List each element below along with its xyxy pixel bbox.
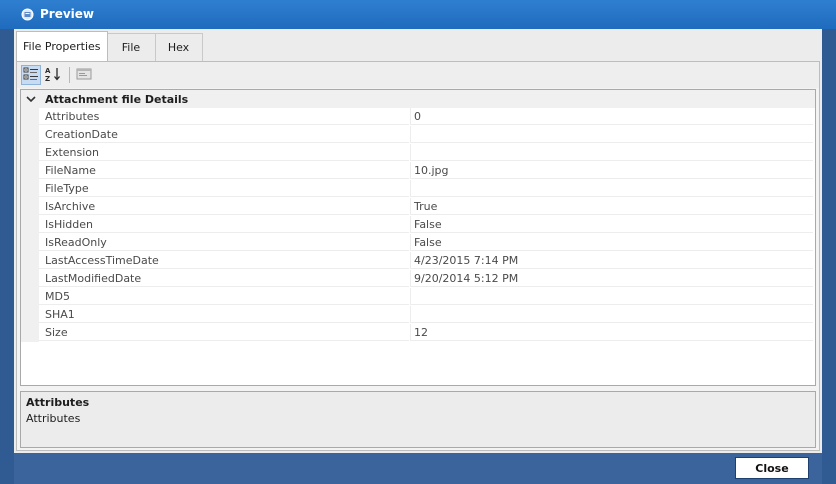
tab-file[interactable]: File	[106, 33, 156, 61]
property-description-pane: Attributes Attributes	[20, 391, 816, 448]
row-gutter	[21, 306, 39, 324]
property-row-md5[interactable]: MD5	[21, 288, 815, 306]
category-label: Attachment file Details	[45, 93, 189, 106]
property-rows: Attributes 0 CreationDate Extension File…	[21, 108, 815, 342]
row-gutter	[21, 126, 39, 144]
property-value[interactable]: 0	[410, 108, 813, 125]
property-row-lastmodifieddate[interactable]: LastModifiedDate 9/20/2014 5:12 PM	[21, 270, 815, 288]
property-name: SHA1	[39, 306, 409, 323]
property-value[interactable]: False	[410, 234, 813, 251]
property-name: FileType	[39, 180, 409, 197]
row-gutter	[21, 216, 39, 234]
property-row-isreadonly[interactable]: IsReadOnly False	[21, 234, 815, 252]
property-row-attributes[interactable]: Attributes 0	[21, 108, 815, 126]
property-name: MD5	[39, 288, 409, 305]
property-row-sha1[interactable]: SHA1	[21, 306, 815, 324]
preview-window: Preview File Properties File Hex A Z Att…	[0, 0, 836, 484]
close-button[interactable]: Close	[735, 457, 809, 479]
row-gutter	[21, 198, 39, 216]
property-row-extension[interactable]: Extension	[21, 144, 815, 162]
property-value[interactable]	[410, 288, 813, 305]
property-name: Size	[39, 324, 409, 341]
property-name: Extension	[39, 144, 409, 161]
property-row-lastaccesstimedate[interactable]: LastAccessTimeDate 4/23/2015 7:14 PM	[21, 252, 815, 270]
property-name: CreationDate	[39, 126, 409, 143]
content-area: File Properties File Hex A Z Attachment …	[14, 29, 822, 453]
category-row[interactable]: Attachment file Details	[21, 90, 815, 108]
property-name: LastModifiedDate	[39, 270, 409, 287]
file-properties-panel: A Z Attachment file Details Attributes 0…	[16, 61, 820, 451]
description-text: Attributes	[26, 412, 81, 425]
property-name: IsArchive	[39, 198, 409, 215]
row-gutter	[21, 252, 39, 270]
tab-label: File	[121, 41, 141, 54]
property-value[interactable]: 10.jpg	[410, 162, 813, 179]
property-value[interactable]: 12	[410, 324, 813, 341]
row-gutter	[21, 144, 39, 162]
tab-label: File Properties	[23, 40, 101, 53]
property-name: IsReadOnly	[39, 234, 409, 251]
title-bar: Preview	[0, 0, 836, 29]
tab-hex[interactable]: Hex	[154, 33, 203, 61]
row-gutter	[21, 108, 39, 126]
property-value[interactable]: 9/20/2014 5:12 PM	[410, 270, 813, 287]
sort-alphabetical-icon: A Z	[45, 66, 61, 85]
categorized-button[interactable]	[21, 65, 41, 85]
property-value[interactable]	[410, 180, 813, 197]
sort-alphabetical-button[interactable]: A Z	[43, 65, 63, 85]
property-name: FileName	[39, 162, 409, 179]
property-name: LastAccessTimeDate	[39, 252, 409, 269]
property-row-filetype[interactable]: FileType	[21, 180, 815, 198]
property-value[interactable]: True	[410, 198, 813, 215]
row-gutter	[21, 324, 39, 342]
preview-app-icon	[21, 8, 34, 21]
property-row-creationdate[interactable]: CreationDate	[21, 126, 815, 144]
property-value[interactable]	[410, 126, 813, 143]
property-value[interactable]	[410, 144, 813, 161]
dialog-footer: Close	[14, 453, 822, 484]
property-row-ishidden[interactable]: IsHidden False	[21, 216, 815, 234]
chevron-down-icon[interactable]	[25, 93, 37, 105]
property-name: Attributes	[39, 108, 409, 125]
window-title: Preview	[40, 7, 95, 21]
property-value[interactable]: 4/23/2015 7:14 PM	[410, 252, 813, 269]
row-gutter	[21, 162, 39, 180]
property-pages-icon	[76, 67, 92, 84]
row-gutter	[21, 288, 39, 306]
property-value[interactable]	[410, 306, 813, 323]
property-row-filename[interactable]: FileName 10.jpg	[21, 162, 815, 180]
property-row-size[interactable]: Size 12	[21, 324, 815, 342]
property-name: IsHidden	[39, 216, 409, 233]
categorized-icon	[23, 67, 39, 84]
row-gutter	[21, 180, 39, 198]
svg-text:A: A	[45, 67, 51, 75]
property-pages-button[interactable]	[74, 65, 94, 85]
svg-text:Z: Z	[45, 75, 50, 82]
tab-label: Hex	[167, 41, 190, 54]
property-row-isarchive[interactable]: IsArchive True	[21, 198, 815, 216]
property-grid[interactable]: Attachment file Details Attributes 0 Cre…	[20, 89, 816, 386]
tab-strip: File Properties File Hex	[16, 31, 203, 61]
toolbar-separator	[69, 67, 70, 83]
property-value[interactable]: False	[410, 216, 813, 233]
property-grid-toolbar: A Z	[17, 62, 819, 88]
row-gutter	[21, 270, 39, 288]
description-title: Attributes	[26, 396, 90, 409]
tab-file-properties[interactable]: File Properties	[16, 31, 108, 61]
row-gutter	[21, 234, 39, 252]
